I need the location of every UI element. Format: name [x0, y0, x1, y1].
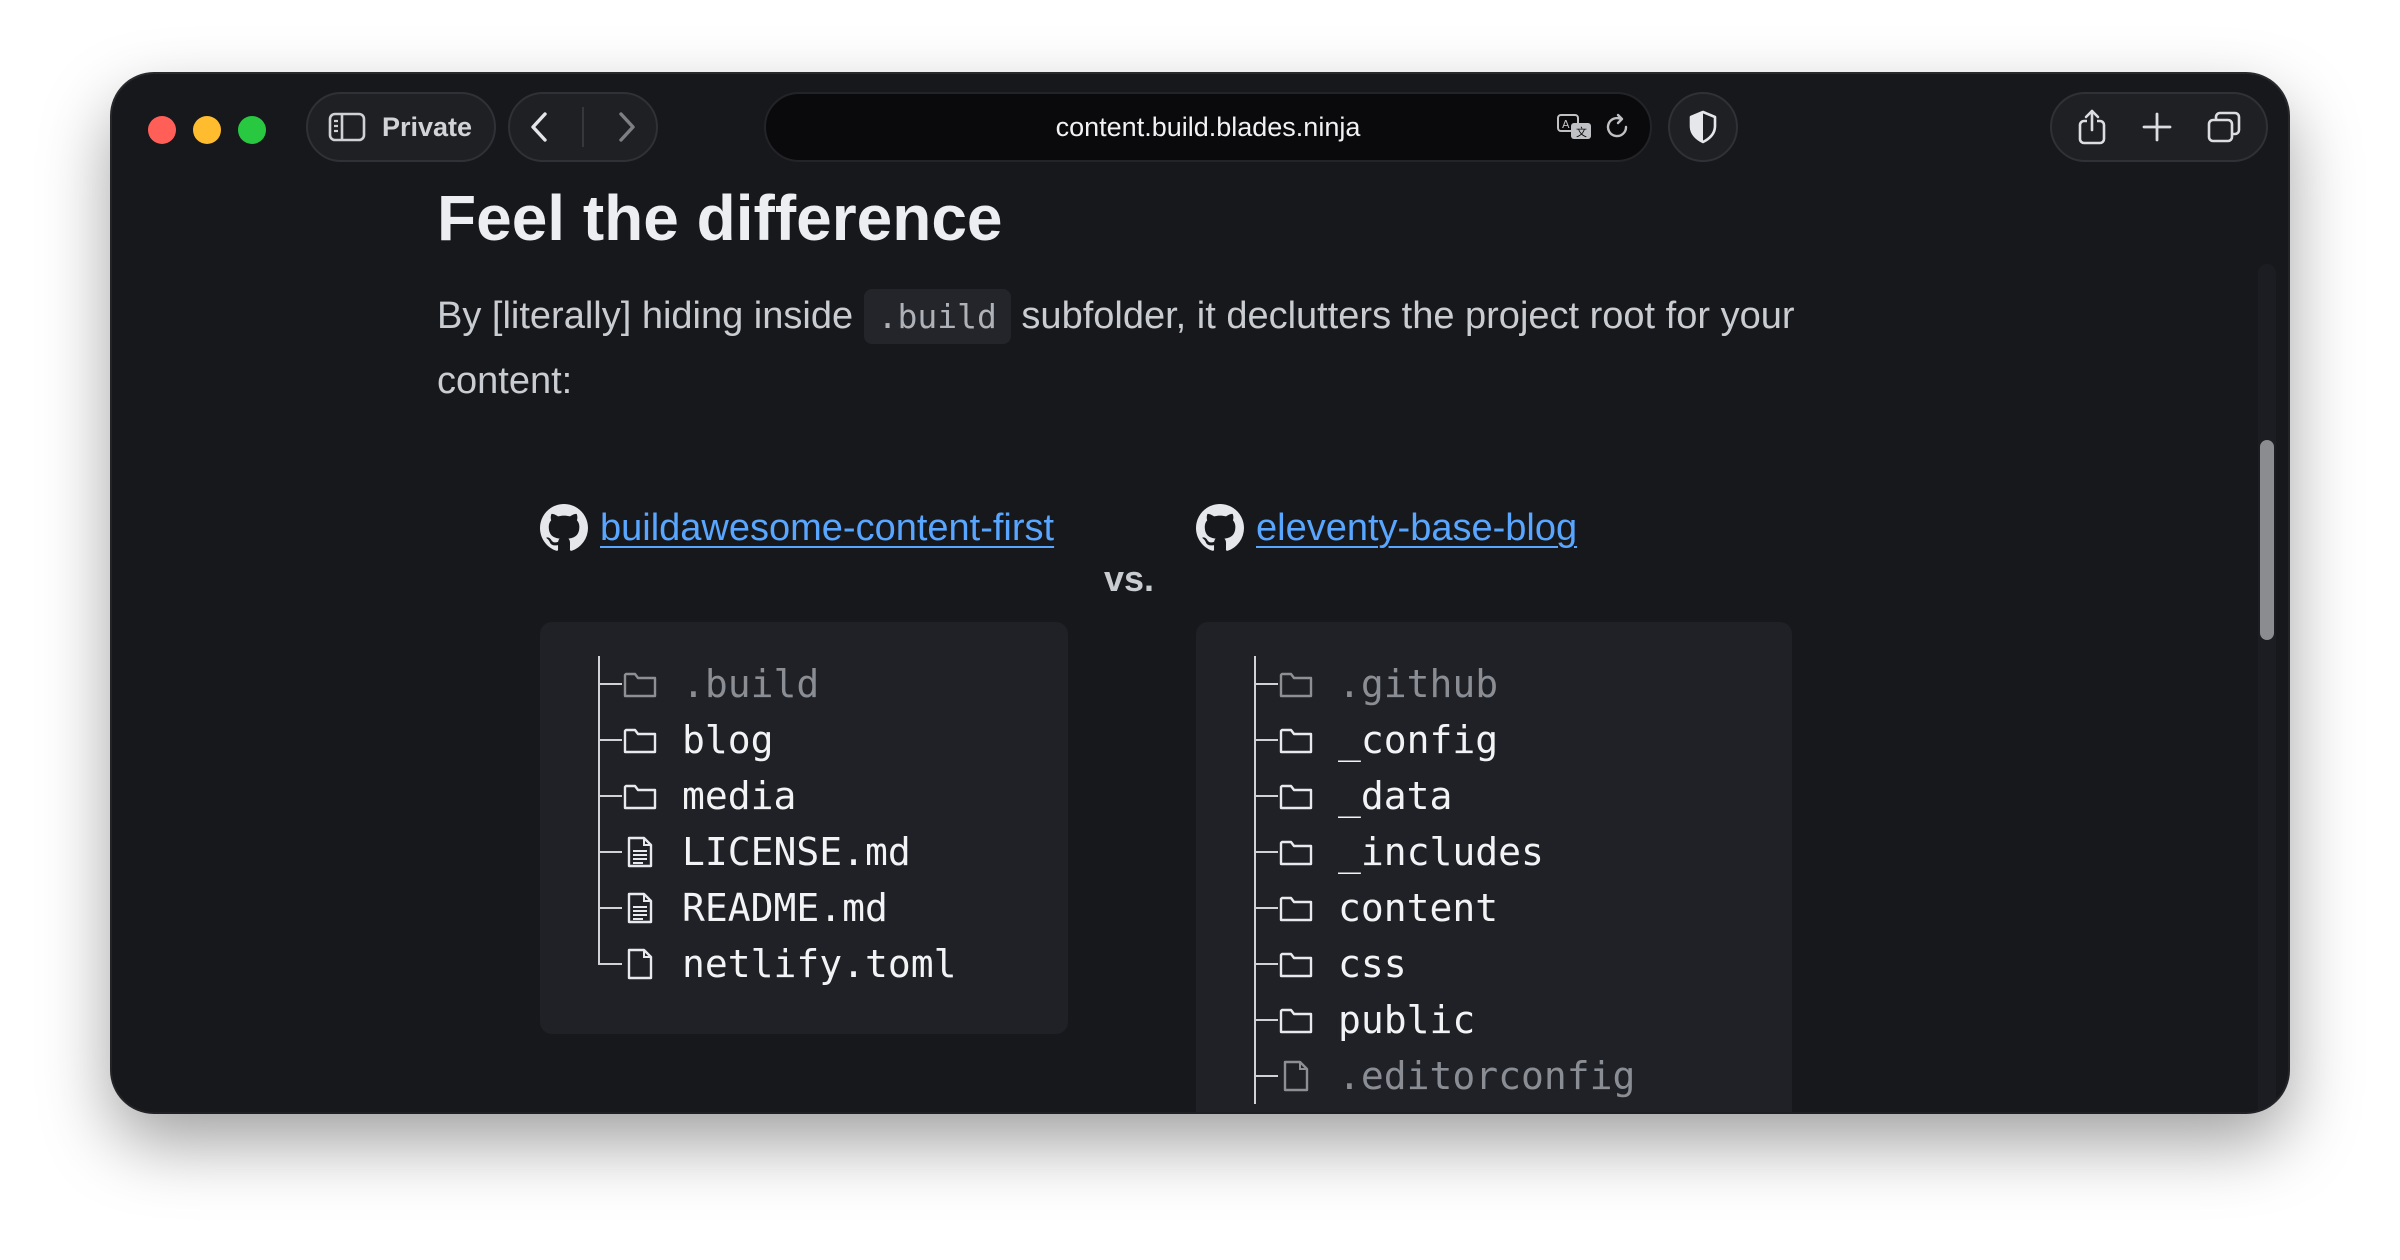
vs-label: vs.: [1104, 558, 1155, 599]
file-name: _includes: [1338, 830, 1544, 874]
intro-text-start: By [literally] hiding inside: [437, 295, 864, 337]
tree-connector: [1254, 992, 1278, 1048]
file-name: README.md: [682, 886, 888, 930]
tree-connector: [598, 824, 622, 880]
zoom-window-button[interactable]: [238, 116, 266, 144]
svg-text:文: 文: [1576, 125, 1587, 139]
file-name: .github: [1338, 662, 1499, 706]
document-icon: [627, 892, 653, 924]
svg-text:A: A: [1562, 118, 1570, 131]
file-name: content: [1338, 886, 1499, 930]
tree-connector: [1254, 880, 1278, 936]
github-icon: [1196, 504, 1244, 551]
address-bar[interactable]: content.build.blades.ninja A 文: [764, 92, 1652, 162]
left-repo-header: buildawesome-content-first: [540, 504, 1054, 552]
folder-icon: [1279, 952, 1313, 978]
file-icon: [1283, 1060, 1309, 1092]
tree-connector: [1254, 824, 1278, 880]
tab-overview-icon[interactable]: [2206, 110, 2242, 144]
tree-connector: [1254, 936, 1278, 992]
right-repo-header: eleventy-base-blog: [1196, 504, 1577, 552]
file-name: .editorconfig: [1338, 1054, 1636, 1098]
new-tab-icon[interactable]: [2141, 111, 2173, 143]
close-window-button[interactable]: [148, 116, 176, 144]
page-content: Feel the difference By [literally] hidin…: [112, 174, 2252, 1112]
address-bar-icons: A 文: [1556, 112, 1632, 142]
back-icon[interactable]: [525, 110, 553, 144]
right-file-tree-panel: .github _config _data _includescontent css pu…: [1196, 622, 1792, 1112]
document-icon: [627, 836, 653, 868]
navigation-buttons: [508, 92, 658, 162]
privacy-report-button[interactable]: [1668, 92, 1738, 162]
translate-icon[interactable]: A 文: [1556, 112, 1594, 142]
tree-connector: [598, 712, 622, 768]
nav-divider: [581, 107, 584, 147]
sidebar-toggle-button[interactable]: Private: [306, 92, 496, 162]
right-repo-link[interactable]: eleventy-base-blog: [1256, 507, 1577, 550]
browser-window: Private content.build.blades.ninja A 文 F…: [112, 74, 2288, 1112]
folder-icon: [1279, 840, 1313, 866]
folder-icon: [1279, 672, 1313, 698]
private-label: Private: [382, 111, 473, 142]
file-name: .build: [682, 662, 820, 706]
section-heading: Feel the difference: [437, 182, 1003, 254]
folder-icon: [623, 672, 657, 698]
forward-icon[interactable]: [613, 110, 641, 144]
share-icon[interactable]: [2076, 108, 2108, 146]
file-name: media: [682, 774, 797, 818]
github-icon: [540, 504, 588, 551]
file-icon: [627, 948, 653, 980]
minimize-window-button[interactable]: [193, 116, 221, 144]
folder-icon: [1279, 728, 1313, 754]
file-name: blog: [682, 718, 774, 762]
window-controls: [148, 116, 266, 144]
folder-icon: [623, 784, 657, 810]
folder-icon: [1279, 896, 1313, 922]
tree-connector: [598, 656, 622, 712]
left-file-tree-panel: .build blog media LICENSE.md README.md netlif…: [540, 622, 1068, 1034]
folder-icon: [623, 728, 657, 754]
reload-icon[interactable]: [1604, 112, 1632, 142]
file-name: LICENSE.md: [682, 830, 911, 874]
toolbar-actions: [2050, 92, 2268, 162]
file-name: _config: [1338, 718, 1499, 762]
shield-icon: [1689, 110, 1717, 144]
file-name: public: [1338, 998, 1476, 1042]
folder-icon: [1279, 784, 1313, 810]
file-name: netlify.toml: [682, 942, 957, 986]
tree-connector: [1254, 712, 1278, 768]
file-name: _data: [1338, 774, 1453, 818]
tree-connector: [598, 936, 622, 965]
tree-connector: [1254, 656, 1278, 712]
page-scrollbar[interactable]: [2258, 264, 2276, 1112]
tree-connector: [1254, 768, 1278, 824]
tree-connector: [1254, 1048, 1278, 1104]
intro-paragraph: By [literally] hiding inside .build subf…: [437, 284, 1857, 413]
url-text: content.build.blades.ninja: [1055, 112, 1361, 142]
scrollbar-thumb[interactable]: [2260, 440, 2274, 640]
sidebar-icon: [328, 112, 366, 142]
folder-icon: [1279, 1008, 1313, 1034]
tree-connector: [598, 880, 622, 936]
build-code: .build: [863, 289, 1011, 344]
file-name: css: [1338, 942, 1407, 986]
left-repo-link[interactable]: buildawesome-content-first: [600, 507, 1054, 550]
tree-connector: [598, 768, 622, 824]
